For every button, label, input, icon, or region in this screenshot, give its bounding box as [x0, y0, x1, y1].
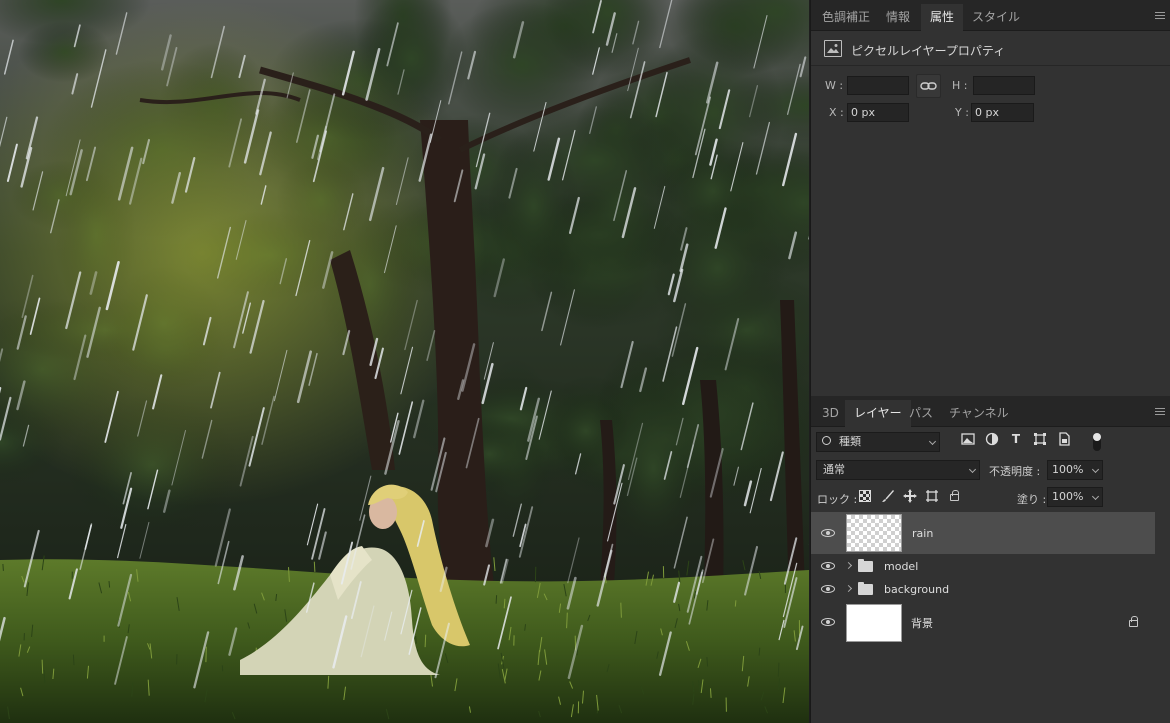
visibility-eye-icon[interactable] [821, 618, 835, 626]
fill-value: 100% [1052, 490, 1084, 503]
tab-styles[interactable]: スタイル [963, 4, 1029, 31]
tab-channels[interactable]: チャンネル [940, 400, 1018, 427]
grass-blade [72, 654, 75, 666]
chevron-down-icon [1091, 492, 1100, 501]
link-icon [920, 82, 937, 90]
layer-name: background [884, 583, 950, 596]
chevron-down-icon [968, 465, 977, 474]
y-field[interactable]: 0 px [971, 103, 1034, 122]
menu-icon[interactable] [1155, 408, 1165, 415]
blend-mode-value: 通常 [823, 463, 845, 476]
filter-toggle[interactable] [1093, 433, 1101, 451]
type-filter-icon[interactable]: T [1009, 432, 1023, 446]
properties-tab-bar: 色調補正 情報 属性 スタイル [811, 0, 1170, 31]
shape-filter-icon[interactable] [1033, 432, 1047, 446]
layer-row-background[interactable]: background [811, 578, 1155, 601]
tab-properties[interactable]: 属性 [921, 4, 964, 31]
lock-position-icon[interactable] [903, 489, 917, 506]
right-panel: 色調補正 情報 属性 スタイル ピクセルレイヤープロパティ W : H : X … [810, 0, 1170, 723]
chevron-down-icon [1091, 465, 1100, 474]
width-field[interactable] [847, 76, 909, 95]
link-button[interactable] [916, 74, 941, 98]
grass-blade [734, 600, 737, 607]
chevron-right-icon[interactable] [844, 561, 853, 570]
lock-label: ロック : [817, 493, 858, 506]
grass-blade [495, 595, 498, 604]
grass-blade [2, 563, 4, 571]
folder-icon [858, 559, 873, 572]
chevron-down-icon [928, 437, 937, 446]
rain-forest-image [0, 0, 809, 723]
tab-paths[interactable]: パス [900, 400, 942, 427]
layer-thumbnail [846, 604, 902, 642]
lock-icon [1129, 616, 1138, 627]
layer-row-model[interactable]: model [811, 555, 1155, 578]
filter-kind-select[interactable]: 種類 [816, 432, 940, 452]
layer-name: 背景 [911, 617, 933, 630]
grass-blade [41, 659, 44, 674]
adjustment-filter-icon[interactable] [985, 432, 999, 446]
layer-name: model [884, 560, 919, 573]
opacity-field[interactable]: 100% [1047, 460, 1103, 480]
x-field[interactable]: 0 px [847, 103, 909, 122]
x-label: X : [829, 106, 844, 119]
y-label: Y : [955, 106, 969, 119]
fill-label: 塗り : [1017, 493, 1047, 506]
image-filter-icon[interactable] [961, 432, 975, 446]
opacity-label: 不透明度 : [989, 465, 1041, 478]
layer-row-background-base[interactable]: 背景 [811, 601, 1155, 644]
lock-transparent-icon[interactable] [859, 490, 871, 502]
tab-info[interactable]: 情報 [877, 4, 919, 31]
search-icon [822, 436, 831, 445]
grass-blade [706, 657, 709, 667]
width-label: W : [825, 79, 844, 92]
pixel-layer-icon [824, 40, 842, 57]
grass-blade [566, 612, 568, 629]
tab-adjustments[interactable]: 色調補正 [813, 4, 879, 31]
grass-blade [108, 581, 111, 588]
grass-blade [777, 662, 780, 677]
properties-header: ピクセルレイヤープロパティ [811, 32, 1170, 66]
lock-pixels-icon[interactable] [881, 489, 895, 506]
tab-3d[interactable]: 3D [813, 400, 848, 427]
height-field[interactable] [973, 76, 1035, 95]
visibility-eye-icon[interactable] [821, 562, 835, 570]
toggle-knob [1093, 433, 1101, 441]
grass-blade [415, 635, 417, 644]
opacity-value: 100% [1052, 463, 1084, 476]
lock-artboard-icon[interactable] [925, 489, 939, 506]
smart-object-filter-icon[interactable] [1057, 432, 1071, 446]
height-label: H : [952, 79, 968, 92]
chevron-right-icon[interactable] [844, 584, 853, 593]
fill-field[interactable]: 100% [1047, 487, 1103, 507]
layer-name: rain [912, 527, 934, 540]
grass-blade [424, 634, 427, 648]
menu-icon[interactable] [1155, 12, 1165, 19]
layer-thumbnail [846, 514, 902, 552]
filter-kind-value: 種類 [839, 435, 861, 448]
grass-blade [503, 598, 506, 609]
document-canvas[interactable] [0, 0, 809, 723]
grass-blade [620, 602, 622, 618]
lock-all-icon[interactable] [950, 490, 959, 501]
visibility-eye-icon[interactable] [821, 529, 835, 537]
folder-icon [858, 582, 873, 595]
layer-row-rain[interactable]: rain [811, 512, 1155, 554]
visibility-eye-icon[interactable] [821, 585, 835, 593]
grass-blade [313, 561, 316, 572]
properties-title: ピクセルレイヤープロパティ [851, 44, 1006, 58]
grass-blade [710, 688, 712, 698]
layers-tab-bar: 3D レイヤー パス チャンネル [811, 396, 1170, 427]
grass-blade [758, 647, 761, 656]
blend-mode-select[interactable]: 通常 [816, 460, 980, 480]
